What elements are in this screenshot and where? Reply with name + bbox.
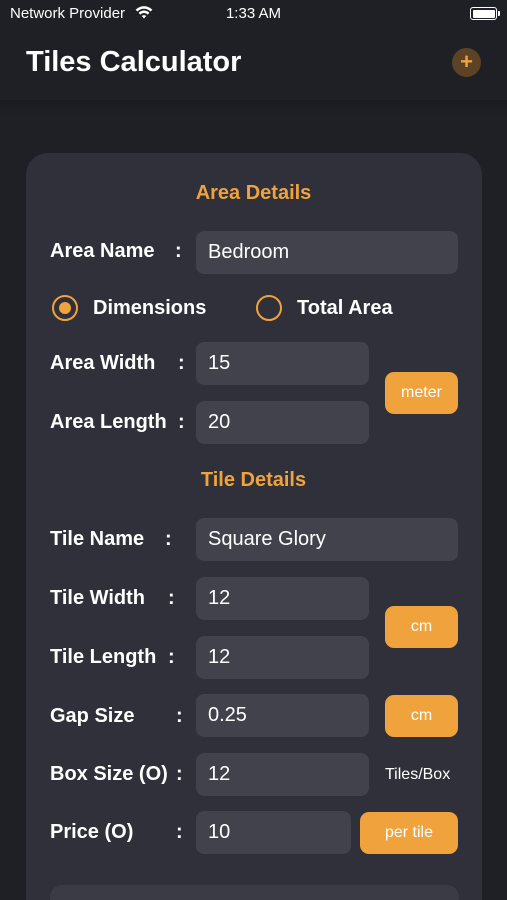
add-button[interactable]: + xyxy=(452,48,481,77)
area-name-input[interactable]: Bedroom xyxy=(196,231,458,274)
area-width-input[interactable]: 15 xyxy=(196,342,369,385)
gap-size-label: Gap Size xyxy=(50,705,135,727)
tile-name-label: Tile Name xyxy=(50,528,145,550)
box-size-label: Box Size (O) xyxy=(50,763,168,785)
area-length-label: Area Length xyxy=(50,411,167,433)
colon: : xyxy=(176,763,183,785)
area-width-label: Area Width xyxy=(50,352,156,374)
tile-name-input[interactable]: Square Glory xyxy=(196,518,458,561)
tile-width-label: Tile Width xyxy=(50,587,145,609)
clock: 1:33 AM xyxy=(225,5,282,22)
colon: : xyxy=(178,352,185,374)
tile-section-title: Tile Details xyxy=(200,469,307,491)
tile-length-label: Tile Length xyxy=(50,646,157,668)
area-name-label: Area Name xyxy=(50,240,155,262)
gap-unit-button[interactable]: cm xyxy=(385,695,458,737)
colon: : xyxy=(168,646,175,668)
colon: : xyxy=(178,411,185,433)
price-label: Price (O) xyxy=(50,821,134,843)
tile-size-unit-button[interactable]: cm xyxy=(385,606,458,648)
colon: : xyxy=(176,705,183,727)
area-length-input[interactable]: 20 xyxy=(196,401,369,444)
price-unit-button[interactable]: per tile xyxy=(360,812,458,854)
tile-width-input[interactable]: 12 xyxy=(196,577,369,620)
box-size-input[interactable]: 12 xyxy=(196,753,369,796)
price-input[interactable]: 10 xyxy=(196,811,351,854)
gap-size-input[interactable]: 0.25 xyxy=(196,694,369,737)
colon: : xyxy=(175,240,182,262)
nav-divider xyxy=(0,100,507,116)
radio-total-area[interactable] xyxy=(256,295,282,321)
area-section-title: Area Details xyxy=(195,182,312,204)
nav-bar: Tiles Calculator + xyxy=(0,28,507,100)
page-title: Tiles Calculator xyxy=(26,46,242,78)
radio-total-area-label[interactable]: Total Area xyxy=(297,297,393,320)
radio-dimensions[interactable] xyxy=(52,295,78,321)
colon: : xyxy=(168,587,175,609)
battery-icon xyxy=(470,7,500,20)
box-unit-label: Tiles/Box xyxy=(385,766,451,783)
radio-dimensions-label[interactable]: Dimensions xyxy=(93,297,206,320)
colon: : xyxy=(176,821,183,843)
next-section-panel xyxy=(50,885,459,900)
status-bar: Network Provider 1:33 AM xyxy=(0,0,507,28)
area-unit-button[interactable]: meter xyxy=(385,372,458,414)
colon: : xyxy=(165,528,172,550)
tile-length-input[interactable]: 12 xyxy=(196,636,369,679)
